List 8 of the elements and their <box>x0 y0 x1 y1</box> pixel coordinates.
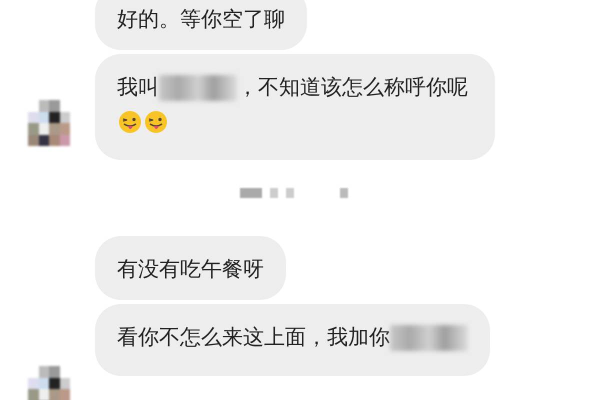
message-bubble: 看你不怎么来这上面，我加你 <box>95 304 490 376</box>
winking-tongue-face-icon <box>144 110 168 134</box>
pixelated-avatar <box>28 366 70 400</box>
message-bubble: 我叫 ，不知道该怎么称呼你呢 <box>95 54 495 160</box>
message-bubble: 好的。等你空了聊 <box>95 0 307 50</box>
message-bubble: 有没有吃午餐呀 <box>95 236 286 300</box>
winking-tongue-face-icon <box>118 110 142 134</box>
pixelated-avatar <box>28 100 70 146</box>
